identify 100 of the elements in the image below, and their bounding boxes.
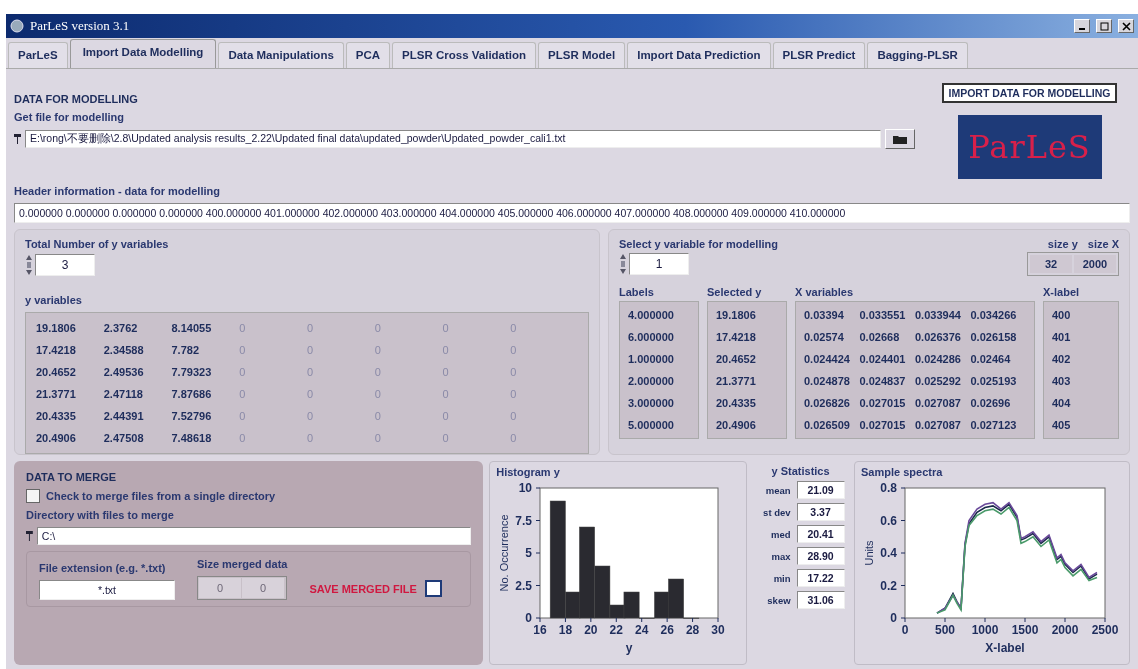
x-axis-label: y [625,641,633,655]
stat-value: 3.37 [796,503,845,521]
spinner-arrows-icon[interactable] [25,254,33,276]
list-cell-text: 20.4652 [716,352,757,367]
list-cell-text: 17.4218 [716,330,757,345]
x-tick-label: 500 [935,623,955,637]
extension-field[interactable]: *.txt [39,580,175,600]
tab[interactable]: Bagging-PLSR [867,42,968,68]
y-axis-label: No. Occurrence [498,514,511,592]
column-heading: X-label [1043,286,1081,298]
file-path-field[interactable]: E:\rong\不要删除\2.8\Updated analysis results_2.22\Updated final data\updated_powder\Updated_powder_cali1.txt [25,130,881,148]
tab[interactable]: Data Manipulations [218,42,344,68]
y-tick-label: 0.6 [880,513,897,528]
tab[interactable]: Import Data Modelling [69,39,217,68]
table-cell-text: 7.48618 [171,431,213,446]
import-button[interactable]: IMPORT DATA FOR MODELLING [941,83,1118,103]
table-cell-text: 0.025292 [915,374,962,389]
checkbox[interactable] [26,489,40,503]
header-field[interactable]: 0.000000 0.000000 0.000000 0.000000 400.000000 401.000000 402.000000 403.000000 404.000000 405.000000 406.000000 407.000000 408.000000 409.000000 410.000000 [14,203,1130,223]
table-cell-text: 0 [374,387,382,402]
directory-field[interactable]: C:\ [36,527,472,545]
table-cell-text: 2.49536 [103,365,145,380]
table-cell-text: 0.026376 [915,330,962,345]
table-cell-text: 0 [374,321,382,336]
table-cell-text: 0 [510,387,518,402]
table-cell-text: 21.3771 [36,387,77,402]
tab[interactable]: PLSR Predict [772,42,866,68]
save-label: SAVE MERGED FILE [309,582,417,595]
table-cell-text: 0.024286 [915,352,962,367]
table-cell-text: 0 [239,387,247,402]
field-label: Total Number of y variables [25,238,170,250]
table-cell-text: 7.52796 [171,409,213,424]
close-button[interactable] [1118,19,1134,33]
y-tick-label: 0.8 [880,481,897,495]
table-cell-text: 0 [510,409,518,424]
logo: ParLeS [957,115,1102,179]
maximize-button[interactable] [1096,19,1112,33]
minimize-button[interactable] [1074,19,1090,33]
x-tick-label: 18 [559,623,573,637]
table-cell-text: 0 [239,343,247,358]
table-cell-text: 0.034266 [970,308,1018,323]
table-cell-text: 20.4652 [36,365,77,380]
field-label: Select y variable for modelling [619,238,778,250]
table-cell-text: 0.024401 [859,352,907,367]
table-cell-text: 0.033551 [859,308,907,323]
x-tick-label: 26 [660,623,675,637]
section-heading: DATA TO MERGE [26,471,118,483]
table-cell-text: 0 [510,321,518,336]
y-tick-label: 5 [525,546,533,560]
y-tick-label: 10 [518,481,533,495]
tab[interactable]: ParLeS [8,42,68,68]
field-label: Size merged data [197,558,288,570]
table-cell-text: 0 [239,431,247,446]
table-cell-text: 0 [510,365,518,380]
list-cell-text: 20.4335 [716,396,757,411]
x-tick-label: 22 [609,623,624,637]
table-cell-text: 7.782 [171,343,201,358]
list-cell-text: 20.4906 [716,418,757,433]
x-tick-label: 16 [533,623,547,637]
table-cell-text: 8.14055 [171,321,213,336]
table-cell-text: 0 [374,409,382,424]
table-cell-text: 0.027087 [915,396,962,411]
stat-value: 31.06 [796,591,845,609]
spinner-arrows-icon[interactable] [619,253,627,275]
spinner-field[interactable]: 1 [629,253,689,275]
y-tick-label: 0.2 [880,578,897,593]
tab[interactable]: PCA [345,42,391,68]
table-cell-text: 0.02464 [970,352,1012,367]
section-heading: DATA FOR MODELLING [14,93,139,105]
y-tick-label: 2.5 [515,578,533,593]
list-cell-text: 6.000000 [628,330,675,345]
table-cell-text: 0 [442,431,450,446]
list-cell-text: 402 [1052,352,1072,367]
save-checkbox[interactable] [424,580,442,597]
spinner-field[interactable]: 3 [35,254,95,276]
table-cell-text: 0.026158 [970,330,1018,345]
column-heading: Selected y [707,286,763,298]
y-tick-label: 0 [890,611,897,625]
tab[interactable]: PLSR Model [538,42,626,68]
table-cell-text: 0.03394 [804,308,845,323]
stat-label: min [772,572,791,584]
tab[interactable]: PLSR Cross Validation [392,42,537,68]
stat-value: 17.22 [796,569,845,587]
table-cell-text: 0.024837 [859,374,907,389]
field-label: Header information - data for modelling [14,185,221,197]
list-cell-text: 404 [1052,396,1072,411]
tab[interactable]: Import Data Prediction [627,42,771,68]
stat-value: 28.90 [796,547,845,565]
browse-button[interactable] [885,129,915,149]
table-cell-text: 7.87686 [171,387,213,402]
table-cell-text: 0.026826 [804,396,851,411]
x-tick-label: 1500 [1011,623,1039,637]
stat-label: st dev [762,506,791,518]
x-tick-label: 20 [584,623,598,637]
table-cell-text: 0 [374,343,382,358]
size-value: 2000 [1074,255,1116,273]
stat-label: skew [766,594,791,606]
path-icon [14,134,21,144]
window-title: ParLeS version 3.1 [30,18,131,34]
stat-label: mean [764,484,791,496]
